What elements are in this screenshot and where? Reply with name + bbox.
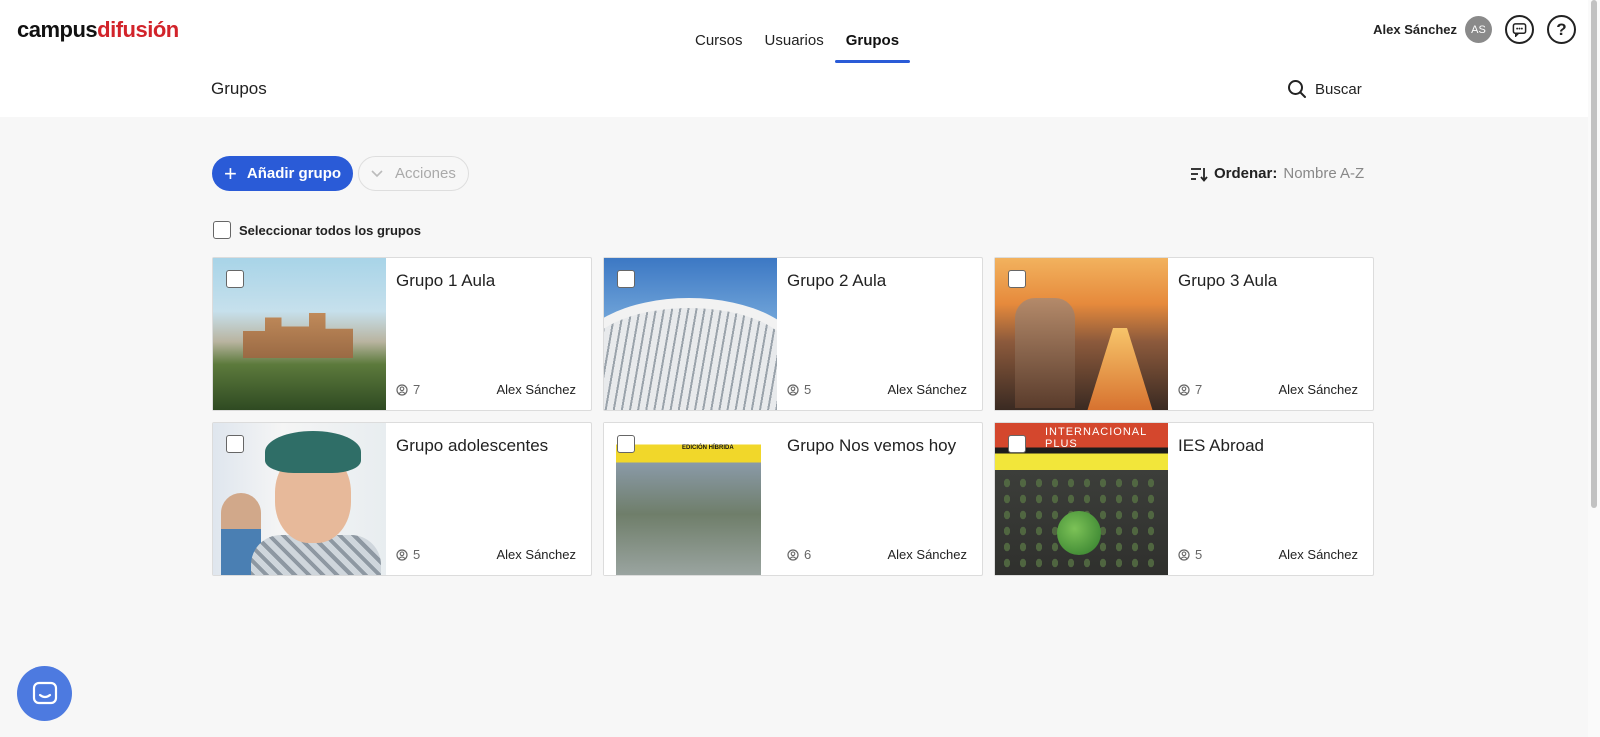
- group-thumbnail: [604, 258, 777, 410]
- group-card[interactable]: INTERNACIONAL PLUS IES Abroad 5 Alex Sán…: [994, 422, 1374, 576]
- chat-launcher-button[interactable]: [17, 666, 72, 721]
- nav-item-cursos[interactable]: Cursos: [684, 0, 754, 64]
- select-all-groups[interactable]: Seleccionar todos los grupos: [213, 221, 421, 239]
- chat-bubble-icon: [32, 681, 57, 704]
- user-circle-icon: [1178, 383, 1190, 396]
- member-count-value: 7: [1195, 382, 1203, 397]
- page-scrollbar[interactable]: [1588, 0, 1600, 737]
- member-count-value: 5: [804, 382, 812, 397]
- actions-label: Acciones: [395, 165, 456, 182]
- add-group-label: Añadir grupo: [246, 165, 342, 182]
- group-title[interactable]: Grupo 2 Aula: [787, 271, 886, 291]
- nav-item-usuarios[interactable]: Usuarios: [754, 0, 835, 64]
- sort-control[interactable]: Ordenar: Nombre A-Z: [1190, 165, 1364, 182]
- user-circle-icon: [396, 548, 408, 561]
- search-icon: [1288, 80, 1306, 98]
- logo-part-difusion: difusión: [97, 17, 179, 42]
- group-checkbox[interactable]: [1008, 270, 1026, 288]
- sort-value: Nombre A-Z: [1283, 165, 1365, 182]
- group-title[interactable]: Grupo adolescentes: [396, 436, 548, 456]
- book-cover-tag: EDICIÓN HÍBRIDA: [682, 445, 734, 451]
- member-count: 5: [396, 547, 420, 562]
- group-checkbox[interactable]: [226, 435, 244, 453]
- group-card[interactable]: Grupo 2 Aula 5 Alex Sánchez: [603, 257, 983, 411]
- member-count: 5: [787, 382, 811, 397]
- group-card[interactable]: Grupo adolescentes 5 Alex Sánchez: [212, 422, 592, 576]
- madrid-building-image: [1015, 298, 1075, 408]
- nav-item-grupos[interactable]: Grupos: [834, 0, 911, 64]
- group-checkbox[interactable]: [617, 270, 635, 288]
- chevron-down-icon: [371, 169, 383, 177]
- member-count: 7: [1178, 382, 1202, 397]
- group-card[interactable]: Grupo 1 Aula 7 Alex Sánchez: [212, 257, 592, 411]
- messages-button[interactable]: [1505, 15, 1534, 44]
- user-circle-icon: [787, 548, 799, 561]
- group-title[interactable]: Grupo 3 Aula: [1178, 271, 1277, 291]
- sort-label: Ordenar:: [1214, 165, 1278, 182]
- user-circle-icon: [787, 383, 799, 396]
- member-count-value: 5: [1195, 547, 1203, 562]
- sort-icon: [1191, 167, 1208, 182]
- group-checkbox[interactable]: [226, 270, 244, 288]
- user-name[interactable]: Alex Sánchez: [1373, 22, 1457, 37]
- select-all-checkbox[interactable]: [213, 221, 231, 239]
- group-checkbox[interactable]: [1008, 435, 1026, 453]
- group-title[interactable]: Grupo 1 Aula: [396, 271, 495, 291]
- group-card[interactable]: Grupo 3 Aula 7 Alex Sánchez: [994, 257, 1374, 411]
- group-thumbnail: [213, 423, 386, 575]
- group-owner: Alex Sánchez: [1278, 547, 1359, 562]
- member-count: 7: [396, 382, 420, 397]
- group-thumbnail: [995, 258, 1168, 410]
- group-owner: Alex Sánchez: [496, 382, 577, 397]
- member-count-value: 6: [804, 547, 812, 562]
- member-count: 5: [1178, 547, 1202, 562]
- avatar[interactable]: AS: [1465, 16, 1492, 43]
- help-button[interactable]: ?: [1547, 15, 1576, 44]
- group-owner: Alex Sánchez: [887, 382, 968, 397]
- page-title: Grupos: [211, 79, 267, 98]
- group-owner: Alex Sánchez: [1278, 382, 1359, 397]
- user-circle-icon: [396, 383, 408, 396]
- campus-difusion-logo[interactable]: campusdifusión: [17, 17, 179, 43]
- group-thumbnail: [213, 258, 386, 410]
- main-nav: Cursos Usuarios Grupos: [684, 0, 911, 64]
- logo-part-campus: campus: [17, 17, 98, 42]
- actions-dropdown[interactable]: Acciones: [358, 156, 469, 191]
- group-owner: Alex Sánchez: [887, 547, 968, 562]
- valencia-image: [604, 298, 777, 410]
- help-icon: ?: [1556, 19, 1567, 39]
- add-group-button[interactable]: + Añadir grupo: [212, 156, 354, 191]
- group-checkbox[interactable]: [617, 435, 635, 453]
- member-count-value: 7: [413, 382, 421, 397]
- search-label: Buscar: [1315, 80, 1362, 98]
- alhambra-image: [243, 313, 353, 358]
- chat-icon: [1512, 23, 1527, 37]
- book-cover-tree: [1057, 511, 1101, 555]
- member-count-value: 5: [413, 547, 421, 562]
- group-owner: Alex Sánchez: [496, 547, 577, 562]
- group-title[interactable]: IES Abroad: [1178, 436, 1264, 456]
- search-button[interactable]: Buscar: [1287, 79, 1362, 99]
- plus-icon: +: [224, 160, 237, 186]
- group-title[interactable]: Grupo Nos vemos hoy: [787, 436, 956, 456]
- group-card[interactable]: EDICIÓN HÍBRIDA Grupo Nos vemos hoy 6 Al…: [603, 422, 983, 576]
- select-all-label: Seleccionar todos los grupos: [239, 222, 422, 238]
- user-area: Alex Sánchez AS ?: [1373, 15, 1576, 44]
- member-count: 6: [787, 547, 811, 562]
- top-header: campusdifusión Cursos Usuarios Grupos Al…: [0, 0, 1588, 117]
- groups-grid: Grupo 1 Aula 7 Alex Sánchez Grupo 2 Aula…: [212, 257, 1374, 576]
- user-circle-icon: [1178, 548, 1190, 561]
- scrollbar-thumb[interactable]: [1591, 0, 1597, 508]
- group-thumbnail: INTERNACIONAL PLUS: [995, 423, 1168, 575]
- group-thumbnail: EDICIÓN HÍBRIDA: [604, 423, 777, 575]
- book-cover-title: INTERNACIONAL PLUS: [1045, 426, 1147, 450]
- madrid-street-image: [1085, 328, 1155, 410]
- teen-hat: [265, 431, 361, 473]
